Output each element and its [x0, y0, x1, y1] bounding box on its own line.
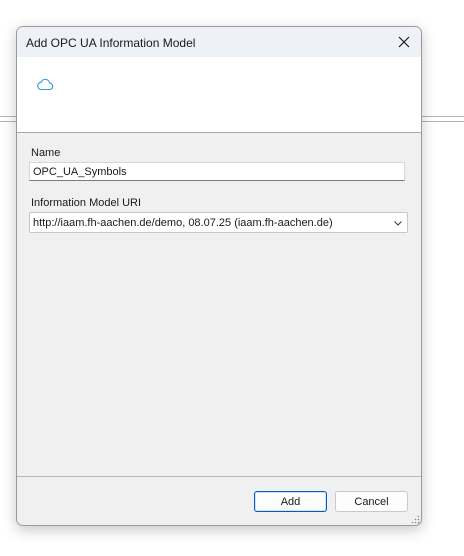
add-button[interactable]: Add: [254, 491, 327, 512]
information-model-uri-label: Information Model URI: [31, 197, 142, 209]
add-information-model-dialog: Add OPC UA Information Model Name Inform…: [16, 26, 422, 526]
resize-grip-icon[interactable]: [410, 514, 420, 524]
dialog-title: Add OPC UA Information Model: [26, 36, 196, 50]
footer-divider: [17, 476, 421, 477]
cancel-button[interactable]: Cancel: [335, 491, 408, 512]
title-bar: Add OPC UA Information Model: [17, 27, 421, 57]
uri-selected-value: http://iaam.fh-aachen.de/demo, 08.07.25 …: [33, 217, 333, 229]
information-model-uri-select[interactable]: http://iaam.fh-aachen.de/demo, 08.07.25 …: [29, 212, 408, 233]
name-label: Name: [31, 147, 61, 159]
cloud-icon: [37, 78, 54, 91]
header-panel: [17, 57, 421, 133]
name-input[interactable]: [29, 162, 405, 181]
close-icon: [398, 36, 410, 48]
background-divider-left: [0, 116, 17, 122]
chevron-down-icon[interactable]: [393, 218, 403, 228]
background-divider-right: [421, 116, 464, 122]
close-button[interactable]: [387, 27, 421, 57]
